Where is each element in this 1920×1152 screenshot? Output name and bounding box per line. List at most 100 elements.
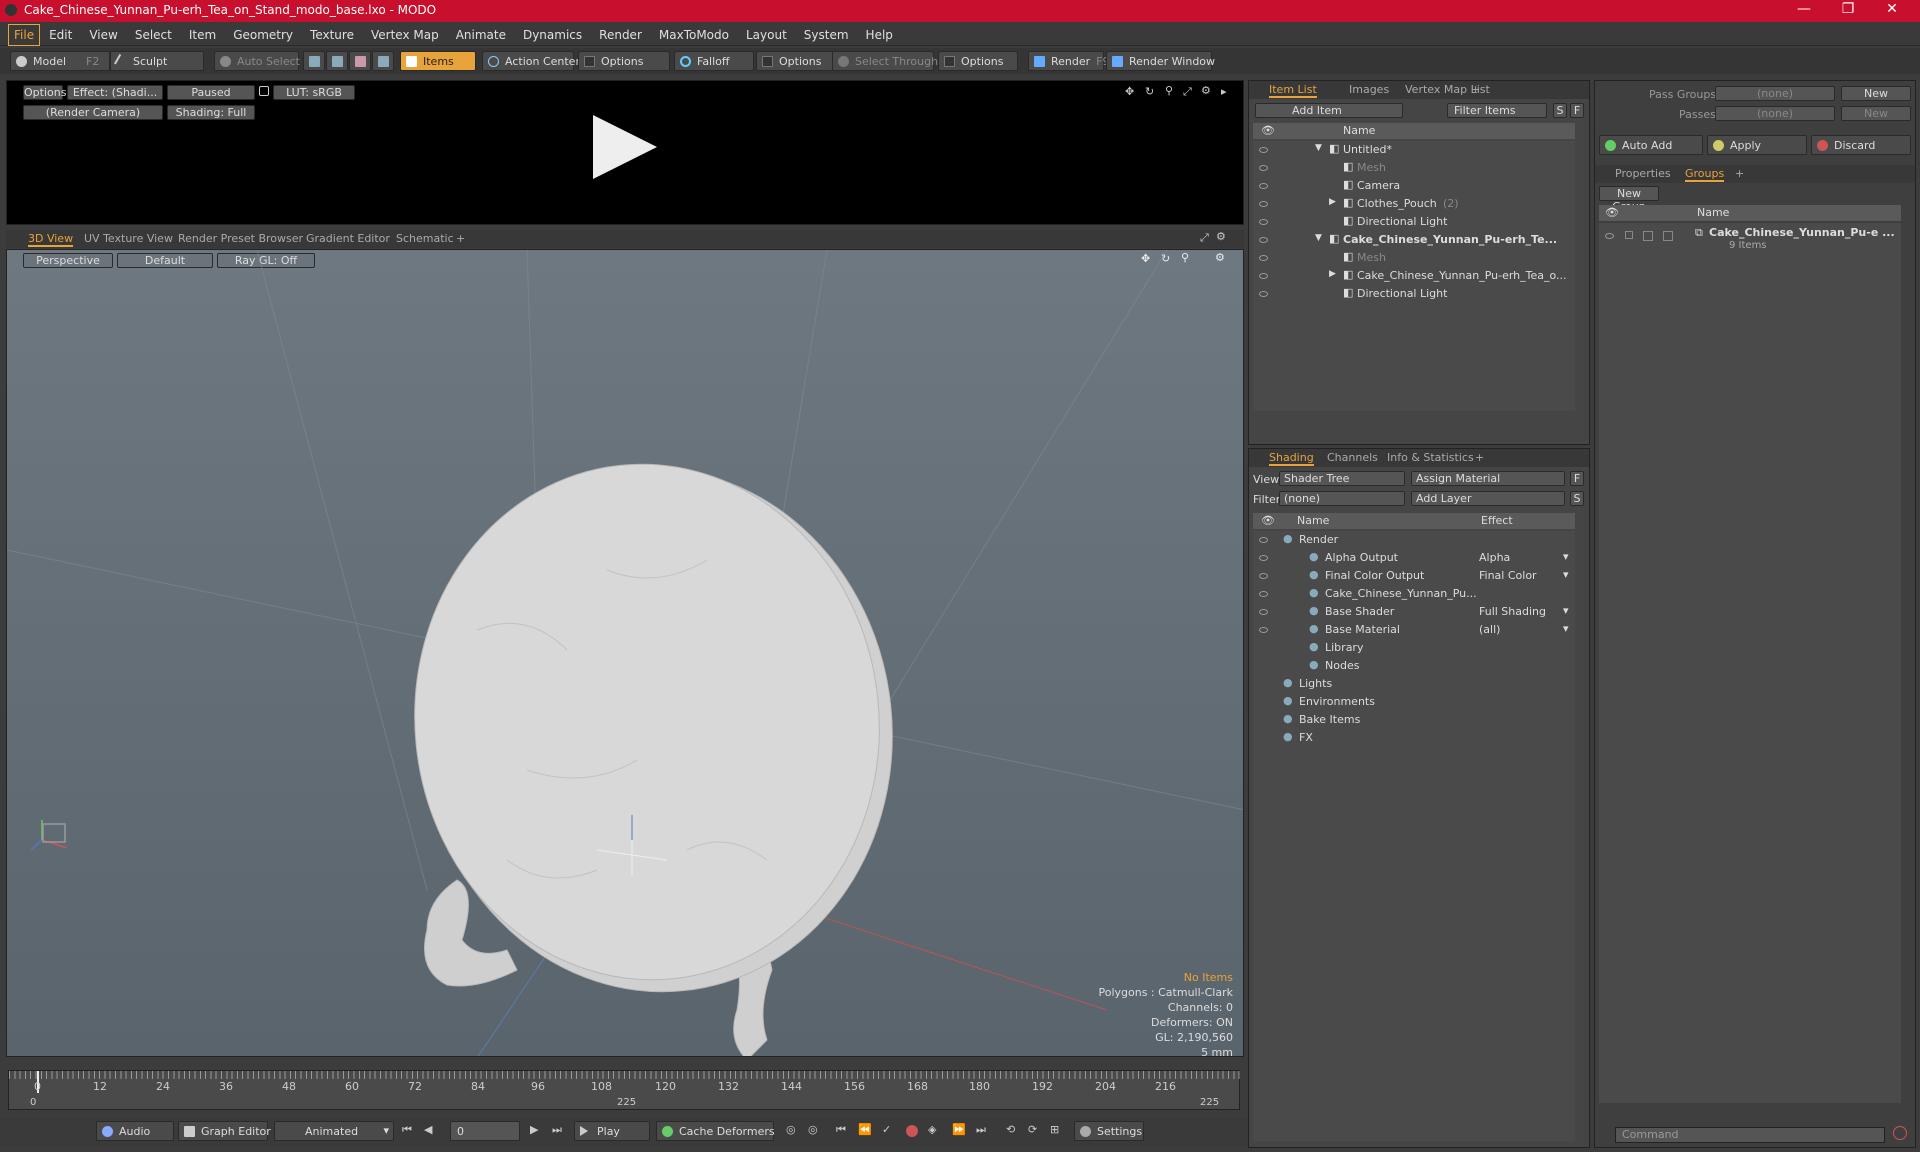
shader-tree-row[interactable]: ● Final Color Output Final Color ▾ (1253, 567, 1575, 585)
eye-icon[interactable] (1259, 147, 1268, 153)
lut-dropdown[interactable]: LUT: sRGB (273, 85, 355, 100)
add-item-dropdown[interactable]: Add Item (1255, 103, 1403, 118)
play-button[interactable]: Play (574, 1121, 650, 1141)
action-center-options-button[interactable]: Options (578, 51, 670, 71)
chevron-down-icon[interactable]: ▾ (1563, 550, 1569, 563)
viewport-maximize-icon[interactable]: ⤢ (1200, 231, 1209, 245)
falloff-button[interactable]: Falloff (674, 51, 754, 71)
menu-vertex-map[interactable]: Vertex Map (362, 24, 447, 42)
action-center-button[interactable]: Action Center (482, 51, 580, 71)
shader-effect-dropdown[interactable]: Final Color (1479, 569, 1537, 582)
items-mode-button[interactable]: Items (400, 51, 476, 71)
viewport-gear-icon[interactable]: ⚙ (1216, 230, 1226, 243)
menu-file[interactable]: File (8, 24, 41, 46)
options-icon[interactable]: ⊞ (1050, 1123, 1059, 1136)
frame-input[interactable]: 0 (450, 1121, 520, 1141)
close-icon[interactable]: ✕ (1870, 1, 1914, 17)
shader-tree-row[interactable]: ● Lights (1253, 675, 1575, 693)
menu-item[interactable]: Item (180, 24, 224, 42)
step-forward-icon[interactable]: ▶ (530, 1123, 538, 1136)
render-button[interactable]: Render F9 (1028, 51, 1110, 71)
gear-icon[interactable]: ⚙ (1201, 84, 1211, 97)
rotate-icon[interactable]: ↻ (1145, 85, 1154, 98)
shader-effect-dropdown[interactable]: Alpha (1479, 551, 1510, 564)
settings-button[interactable]: Settings (1074, 1121, 1144, 1141)
menu-system[interactable]: System (795, 24, 857, 42)
item-list-row[interactable]: ◧ Mesh (1253, 159, 1575, 177)
cache-deformers-button[interactable]: Cache Deformers (656, 1121, 775, 1141)
shader-effect-dropdown[interactable]: (all) (1479, 623, 1500, 636)
auto-key-icon[interactable]: ✓ (882, 1123, 891, 1136)
eye-icon[interactable] (1259, 573, 1268, 579)
pass-groups-dropdown[interactable]: (none) (1715, 86, 1835, 101)
shader-tree-row[interactable]: ● Environments (1253, 693, 1575, 711)
eye-icon[interactable] (1259, 201, 1268, 207)
tab-groups[interactable]: Groups (1685, 167, 1725, 182)
falloff-options-button[interactable]: Options (756, 51, 836, 71)
lock-icon[interactable] (1625, 231, 1633, 239)
menu-dynamics[interactable]: Dynamics (514, 24, 590, 42)
tab-shading[interactable]: Shading (1269, 451, 1314, 466)
tab-uv-texture-view[interactable]: UV Texture View (84, 232, 173, 245)
assign-f-button[interactable]: F (1570, 471, 1584, 486)
expander-icon[interactable]: ▶ (1329, 269, 1336, 279)
add-tab-button[interactable]: + (1475, 451, 1484, 464)
tab-item-list[interactable]: Item List (1269, 83, 1317, 98)
shader-tree-row[interactable]: ● Base Shader Full Shading ▾ (1253, 603, 1575, 621)
menu-select[interactable]: Select (126, 24, 180, 42)
checkbox-icon[interactable] (1663, 231, 1673, 241)
eye-icon[interactable] (1259, 291, 1268, 297)
preview-paused-button[interactable]: Paused (167, 85, 255, 100)
group-item[interactable]: ⧉ Cake_Chinese_Yunnan_Pu-e ... 9 Items (1599, 225, 1901, 255)
add-tab-button[interactable]: + (1471, 83, 1480, 96)
preview-effect-dropdown[interactable]: Effect: (Shadi... (67, 85, 163, 100)
minimize-icon[interactable]: — (1782, 1, 1826, 17)
go-to-end-icon[interactable]: ⏭ (552, 1123, 562, 1137)
eye-icon[interactable] (1259, 555, 1268, 561)
expander-icon[interactable]: ▼ (1315, 233, 1322, 243)
apply-button[interactable]: Apply (1707, 135, 1807, 155)
animated-dropdown[interactable]: Animated ▾ (274, 1121, 394, 1141)
item-list-row[interactable]: ◧ Camera (1253, 177, 1575, 195)
eye-icon[interactable] (1259, 183, 1268, 189)
assign-material-button[interactable]: Assign Material (1411, 471, 1565, 486)
model-mode-button[interactable]: Model F2 (10, 51, 110, 71)
select-through-options-button[interactable]: Options (938, 51, 1018, 71)
select-polygons-button[interactable] (349, 51, 371, 71)
view-dropdown[interactable]: Shader Tree (1279, 471, 1405, 486)
menu-maxtomodo[interactable]: MaxToModo (650, 24, 737, 42)
move-icon[interactable]: ✥ (1125, 85, 1134, 98)
tab-images[interactable]: Images (1349, 83, 1389, 96)
loop-icon[interactable]: ⟳ (1028, 1123, 1037, 1136)
menu-geometry[interactable]: Geometry (224, 24, 301, 42)
keyframe-icon[interactable]: ◎ (786, 1123, 796, 1136)
key-icon[interactable]: ◈ (928, 1123, 936, 1136)
menu-help[interactable]: Help (857, 24, 901, 42)
filter-dropdown[interactable]: (none) (1279, 491, 1405, 506)
menu-edit[interactable]: Edit (40, 24, 80, 42)
menu-layout[interactable]: Layout (737, 24, 795, 42)
eye-icon[interactable] (1259, 237, 1268, 243)
keyframe-icon[interactable]: ◎ (808, 1123, 818, 1136)
tab-3d-view[interactable]: 3D View (28, 232, 74, 247)
add-tab-button[interactable]: + (1735, 167, 1744, 180)
loop-icon[interactable]: ⟲ (1006, 1123, 1015, 1136)
passes-dropdown[interactable]: (none) (1715, 106, 1835, 121)
render-window-button[interactable]: Render Window (1106, 51, 1215, 71)
add-tab-button[interactable]: + (456, 232, 465, 245)
auto-add-button[interactable]: Auto Add (1599, 135, 1703, 155)
item-list-row[interactable]: ◧ Directional Light (1253, 213, 1575, 231)
audio-button[interactable]: Audio (96, 1121, 174, 1141)
eye-icon[interactable] (1259, 255, 1268, 261)
auto-select-button[interactable]: Auto Select (214, 51, 300, 71)
eye-icon[interactable] (1259, 627, 1268, 633)
shader-tree-row[interactable]: ● Alpha Output Alpha ▾ (1253, 549, 1575, 567)
filter-items-input[interactable]: Filter Items (1447, 103, 1547, 118)
expander-icon[interactable]: ▼ (1315, 143, 1322, 153)
render-camera-dropdown[interactable]: (Render Camera) (23, 105, 163, 120)
discard-button[interactable]: Discard (1811, 135, 1911, 155)
filter-f-button[interactable]: F (1570, 103, 1584, 118)
prev-key-icon[interactable]: ⏪ (858, 1123, 872, 1136)
menu-texture[interactable]: Texture (301, 24, 362, 42)
shader-tree-row[interactable]: ● FX (1253, 729, 1575, 747)
